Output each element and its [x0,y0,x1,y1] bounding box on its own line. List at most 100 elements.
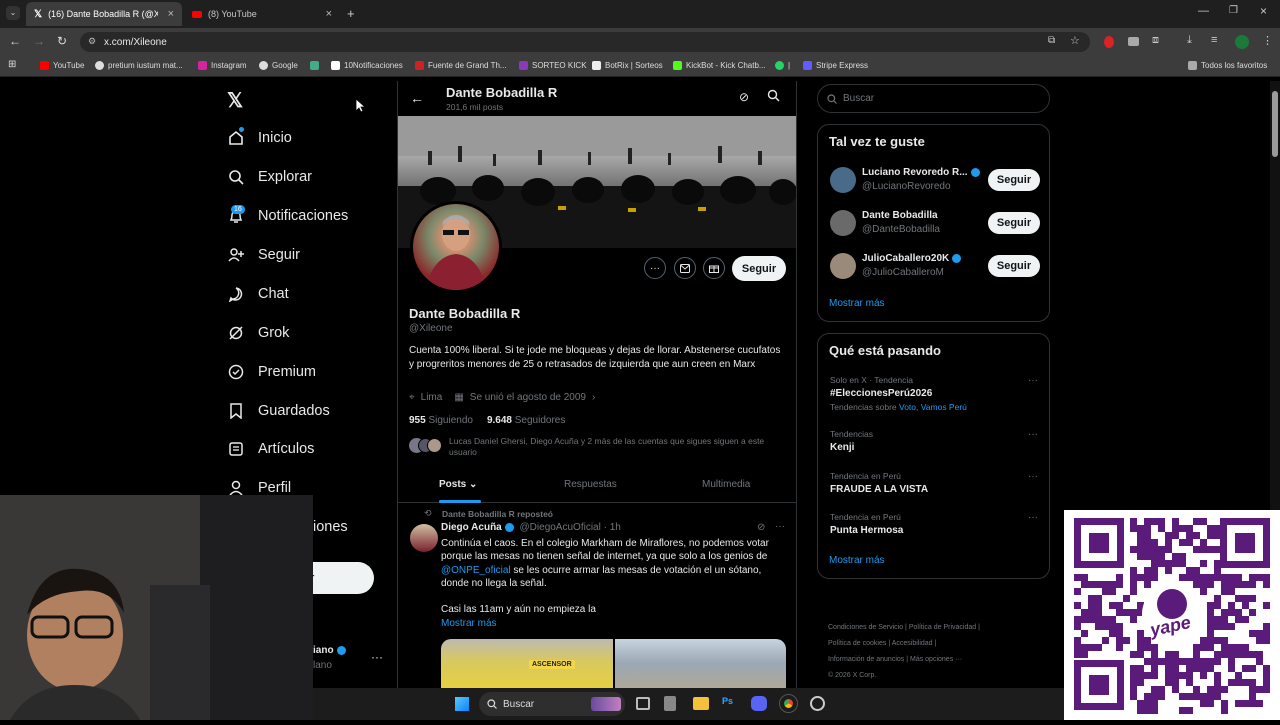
x-logo-icon[interactable]: 𝕏 [227,88,243,113]
bookmark-botrix[interactable]: BotRix | Sorteos [592,61,663,70]
address-bar[interactable]: ⚙ x.com/Xileone ⧉ ☆ [80,32,1090,52]
post-image[interactable] [614,639,786,688]
account-name-partial[interactable]: iano [313,645,346,656]
nav-articulos[interactable]: Artículos [228,441,314,457]
restore-icon[interactable]: ❐ [1229,5,1238,16]
follow-suggestion-button[interactable]: Seguir [988,169,1040,191]
bookmark-youtube[interactable]: YouTube [40,61,84,70]
nav-seguir[interactable]: Seguir [228,247,300,263]
bookmark-whatsapp[interactable]: | [775,61,790,70]
reload-icon[interactable]: ↻ [57,34,67,48]
close-tab-icon[interactable]: × [168,8,174,20]
post-media[interactable]: ASCENSOR [441,639,786,688]
follow-suggestion-button[interactable]: Seguir [988,255,1040,277]
post-time[interactable]: · 1h [604,522,621,533]
footer-link[interactable]: Accesibilidad [892,640,933,647]
bookmark-stripe[interactable]: Stripe Express [803,61,868,70]
nav-chat[interactable]: Chat [228,286,289,302]
tab-youtube[interactable]: (8) YouTube × [184,2,340,26]
grok-post-icon[interactable]: ⊘ [757,522,765,533]
task-view-icon[interactable] [636,697,650,710]
all-bookmarks[interactable]: Todos los favoritos [1188,61,1267,70]
app-icon[interactable] [664,696,676,711]
trends-show-more-link[interactable]: Mostrar más [829,555,885,566]
puzzle-icon[interactable]: ⧈ [1152,34,1159,47]
menu-icon[interactable]: ⋮ [1262,34,1273,47]
apps-icon[interactable]: ⊞ [8,59,16,70]
scrollbar-thumb[interactable] [1272,91,1278,157]
forward-icon[interactable]: → [33,34,45,48]
minimize-icon[interactable]: — [1198,5,1209,17]
media-icon[interactable]: ≡ [1211,34,1217,46]
bookmark-pretium[interactable]: pretium iustum mat... [95,61,183,70]
nav-notificaciones[interactable]: Notificaciones [228,208,348,224]
chrome-icon[interactable] [779,694,798,713]
windows-start-icon[interactable] [455,697,469,711]
download-icon[interactable]: ⤓ [1187,34,1192,47]
bookmark-sorteo-kick[interactable]: SORTEO KICK [519,61,587,70]
trend-more-icon[interactable]: ··· [1028,512,1038,523]
subscribe-button[interactable] [703,257,725,279]
bookmark-google[interactable]: Google [259,61,298,70]
post-show-more[interactable]: Mostrar más [441,618,497,629]
post-author-avatar[interactable] [410,524,438,552]
profile-avatar[interactable] [1235,35,1249,49]
following-link[interactable]: 955 Siguiendo [409,415,473,426]
post-mention-link[interactable]: @ONPE_oficial [441,565,511,576]
post-author-handle[interactable]: @DiegoAcuOficial [520,522,601,533]
taskbar-search[interactable]: Buscar [479,692,625,716]
bookmark-star-icon[interactable]: ☆ [1070,34,1080,47]
footer-link[interactable]: Política de cookies [828,640,886,647]
account-menu-icon[interactable]: ··· [371,650,383,664]
footer-link[interactable]: Condiciones de Servicio [828,624,903,631]
trend-item[interactable]: Solo en X · Tendencia #EleccionesPerú202… [830,375,1040,412]
right-search[interactable]: Buscar [817,84,1050,113]
tab-search-button[interactable]: ⌄ [6,6,20,20]
bookmark-10notificaciones[interactable]: 10Notificaciones [331,61,403,70]
photoshop-icon[interactable]: Ps [722,696,733,706]
bookmark-instagram[interactable]: Instagram [198,61,247,70]
nav-grok[interactable]: Grok [228,325,289,341]
nav-guardados[interactable]: Guardados [228,403,330,419]
footer-link[interactable]: Política de Privacidad [909,624,976,631]
bookmark-kickbot[interactable]: KickBot - Kick Chatb... [673,61,766,70]
followed-by-avatars[interactable] [409,438,443,454]
suggestion-row[interactable]: Luciano Revoredo R... @LucianoRevoredo S… [830,163,1040,197]
post-more-icon[interactable]: ··· [775,521,785,532]
profile-avatar[interactable] [410,201,502,293]
recording-app-icon[interactable] [810,696,825,711]
nav-perfil[interactable]: Perfil [228,480,291,496]
tab-respuestas[interactable]: Respuestas [564,479,617,490]
follow-button[interactable]: Seguir [732,256,786,281]
site-info-icon[interactable]: ⚙ [88,36,96,47]
footer-link[interactable]: Más opciones ··· [910,656,962,663]
repost-note[interactable]: Dante Bobadilla R reposteó [442,509,553,519]
nav-premium[interactable]: Premium [228,364,316,380]
grok-analyze-icon[interactable]: ⊘ [739,90,749,104]
back-icon[interactable]: ← [9,34,21,48]
tab-posts[interactable]: Posts ⌄ [439,479,477,490]
bookmark-fuente[interactable]: Fuente de Grand Th... [415,61,507,70]
close-tab-icon[interactable]: × [326,8,332,20]
show-more-link[interactable]: Mostrar más [829,298,885,309]
install-icon[interactable]: ⧉ [1048,35,1055,46]
post-image[interactable]: ASCENSOR [441,639,613,688]
trend-related-links[interactable]: Voto, Vamos Perú [899,402,967,412]
extension-icon[interactable] [1128,37,1139,46]
footer-link[interactable]: Información de anuncios [828,656,904,663]
search-profile-icon[interactable] [767,89,780,107]
trend-item[interactable]: Tendencia en Perú FRAUDE A LA VISTA ··· [830,471,1040,495]
message-button[interactable] [674,257,696,279]
nav-explorar[interactable]: Explorar [228,169,312,185]
nav-inicio[interactable]: Inicio [228,130,292,146]
trend-more-icon[interactable]: ··· [1028,375,1038,386]
followed-by-text[interactable]: Lucas Daniel Ghersi, Diego Acuña y 2 más… [449,436,779,458]
joined-text[interactable]: Se unió el agosto de 2009 [470,392,586,403]
extension-red-icon[interactable] [1104,36,1114,48]
suggestion-row[interactable]: JulioCaballero20K @JulioCaballeroM Segui… [830,249,1040,283]
trend-more-icon[interactable]: ··· [1028,471,1038,482]
nav-more-label[interactable]: iones [313,519,348,535]
tab-multimedia[interactable]: Multimedia [702,479,750,490]
more-options-button[interactable]: ··· [644,257,666,279]
post-author-name[interactable]: Diego Acuña [441,522,502,533]
